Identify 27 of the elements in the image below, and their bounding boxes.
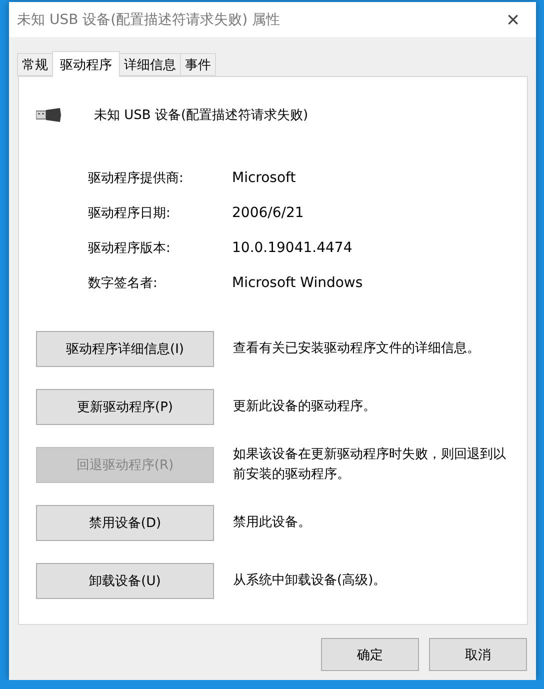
device-name: 未知 USB 设备(配置描述符请求失败)	[94, 107, 308, 124]
action-description: 从系统中卸载设备(高级)。	[233, 572, 388, 590]
tab[interactable]: 事件	[180, 53, 216, 76]
usb-plug-icon	[36, 107, 62, 123]
property-label: 驱动程序提供商:	[88, 170, 184, 188]
tab[interactable]: 详细信息	[119, 53, 181, 76]
action-button[interactable]: 驱动程序详细信息(I)	[36, 331, 214, 367]
action-description: 更新此设备的驱动程序。	[233, 398, 377, 416]
window-title: 未知 USB 设备(配置描述符请求失败) 属性	[17, 10, 280, 28]
tab[interactable]: 驱动程序	[52, 51, 120, 77]
property-label: 驱动程序日期:	[88, 205, 172, 223]
action-description: 查看有关已安装驱动程序文件的详细信息。	[233, 340, 481, 358]
action-button[interactable]: 更新驱动程序(P)	[36, 389, 214, 425]
action-button[interactable]: 禁用设备(D)	[36, 505, 214, 541]
action-description: 如果该设备在更新驱动程序时失败，则回退到以前安装的驱动程序。	[233, 446, 507, 484]
action-button[interactable]: 卸载设备(U)	[36, 563, 214, 599]
property-value: Microsoft	[232, 169, 297, 188]
property-label: 数字签名者:	[88, 275, 158, 293]
close-button[interactable]: ×	[490, 2, 536, 37]
dialog-button[interactable]: 确定	[321, 638, 419, 671]
action-description: 禁用此设备。	[233, 514, 312, 532]
property-value: 10.0.19041.4474	[232, 239, 354, 258]
property-value: 2006/6/21	[232, 204, 305, 223]
tab[interactable]: 常规	[17, 53, 53, 76]
dialog-button[interactable]: 取消	[429, 638, 527, 671]
property-value: Microsoft Windows	[232, 274, 364, 293]
property-label: 驱动程序版本:	[88, 240, 172, 258]
